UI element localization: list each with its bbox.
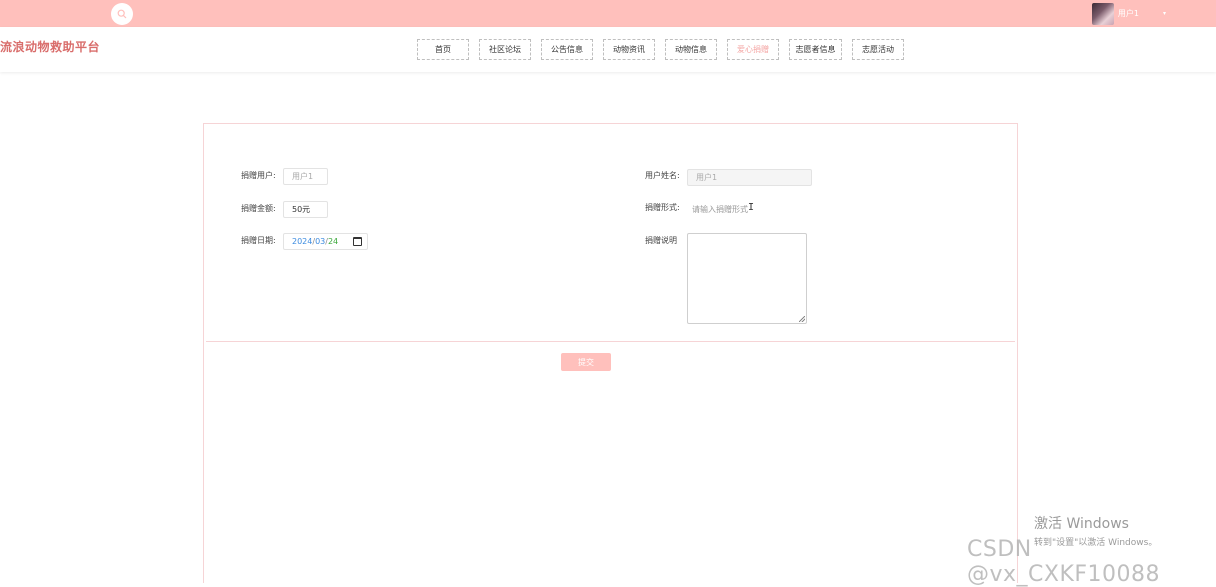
nav-animal-info[interactable]: 动物信息	[665, 39, 717, 60]
avatar[interactable]	[1091, 2, 1114, 25]
text-cursor-icon: I	[748, 202, 755, 213]
nav-volunteer-info[interactable]: 志愿者信息	[789, 39, 842, 60]
site-title[interactable]: 流浪动物救助平台	[0, 38, 100, 55]
donor-user-value: 用户1	[292, 172, 314, 181]
submit-button[interactable]: 提交	[561, 353, 611, 371]
chevron-down-icon[interactable]: ▾	[1163, 10, 1166, 17]
csdn-watermark: CSDN @vx_CXKF10088	[967, 537, 1161, 587]
calendar-icon[interactable]	[353, 237, 362, 246]
date-year: 2024	[292, 237, 313, 246]
top-bar: 用户1 ▾	[0, 0, 1216, 27]
main-nav: 首页 社区论坛 公告信息 动物资讯 动物信息 爱心捐赠 志愿者信息 志愿活动	[417, 39, 904, 60]
nav-notice[interactable]: 公告信息	[541, 39, 593, 60]
resize-grip-icon[interactable]	[799, 316, 805, 322]
user-name[interactable]: 用户1	[1118, 8, 1139, 19]
search-button[interactable]	[111, 3, 133, 25]
search-icon	[117, 9, 127, 19]
nav-volunteer-activity[interactable]: 志愿活动	[852, 39, 904, 60]
amount-value: 50元	[292, 205, 311, 214]
amount-label: 捐赠金额:	[241, 204, 276, 213]
nav-donation[interactable]: 爱心捐赠	[727, 39, 779, 60]
donor-user-field[interactable]: 用户1	[283, 168, 328, 185]
description-textarea[interactable]	[687, 233, 807, 324]
date-label: 捐赠日期:	[241, 236, 276, 245]
nav-forum[interactable]: 社区论坛	[479, 39, 531, 60]
nav-home[interactable]: 首页	[417, 39, 469, 60]
form-divider	[206, 341, 1015, 342]
date-field[interactable]: 2024/03/24	[283, 233, 368, 250]
windows-activation-title: 激活 Windows	[1034, 516, 1129, 532]
donor-user-label: 捐赠用户:	[241, 171, 276, 180]
date-month: 03	[315, 237, 326, 246]
donation-form-label: 捐赠形式:	[645, 203, 680, 212]
amount-field[interactable]: 50元	[283, 201, 328, 218]
user-name-value: 用户1	[696, 173, 718, 182]
header: 流浪动物救助平台 首页 社区论坛 公告信息 动物资讯 动物信息 爱心捐赠 志愿者…	[0, 27, 1216, 72]
date-day: 24	[327, 237, 339, 246]
user-name-label: 用户姓名:	[645, 171, 680, 180]
description-label: 捐赠说明	[645, 236, 677, 245]
user-name-field[interactable]: 用户1	[687, 169, 812, 186]
nav-animal-news[interactable]: 动物资讯	[603, 39, 655, 60]
user-menu[interactable]: 用户1 ▾	[1091, 2, 1166, 25]
